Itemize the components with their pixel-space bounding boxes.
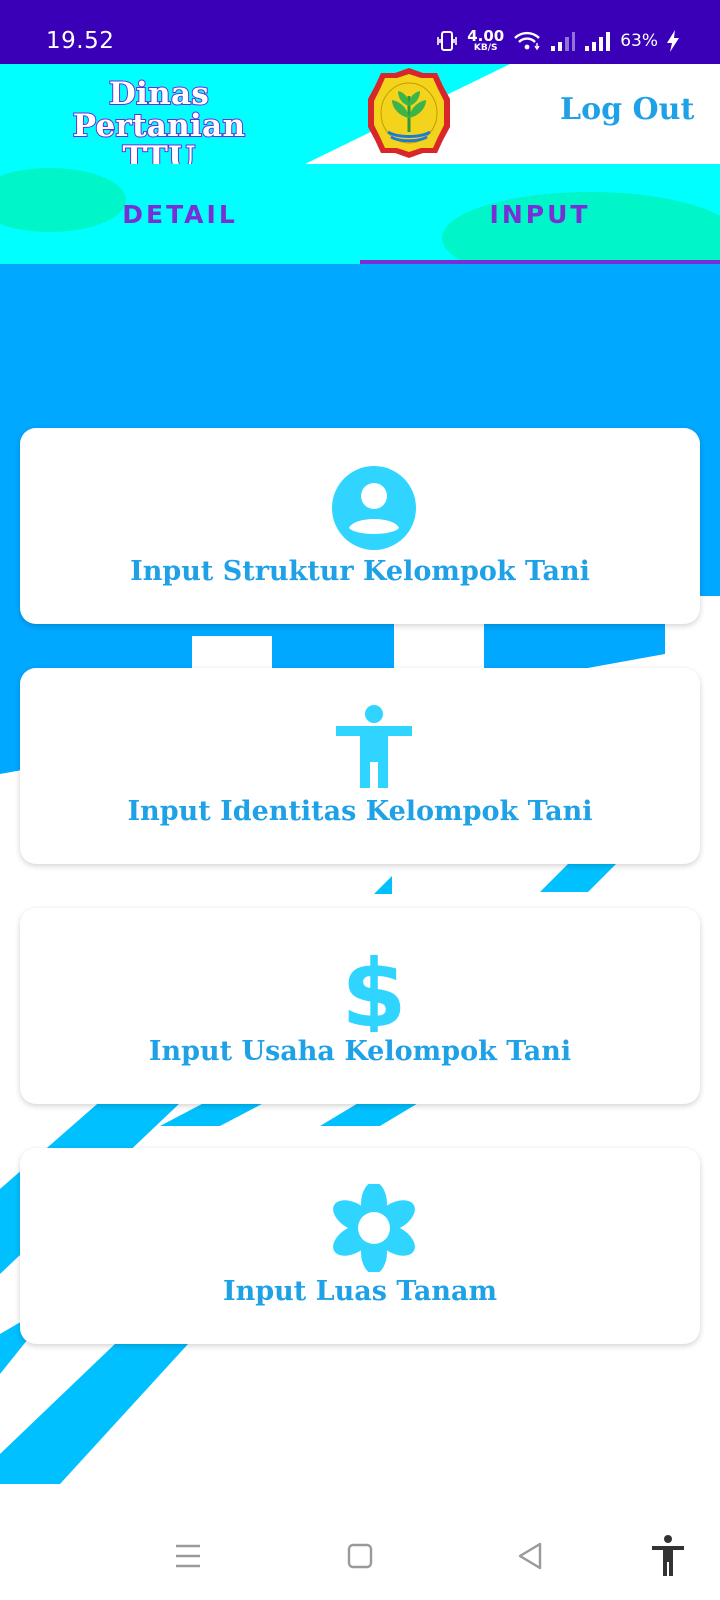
card-input-usaha[interactable]: $ Input Usaha Kelompok Tani (20, 908, 700, 1104)
dollar-icon: $ (341, 944, 406, 1032)
back-triangle-icon[interactable] (506, 1532, 554, 1580)
vibrate-icon (437, 31, 457, 51)
tab-input[interactable]: INPUT (360, 164, 720, 264)
accessibility-icon[interactable] (644, 1532, 692, 1580)
card-label: Input Usaha Kelompok Tani (148, 1036, 572, 1067)
card-input-luas-tanam[interactable]: Input Luas Tanam (20, 1148, 700, 1344)
flower-icon (333, 1184, 415, 1272)
tab-bar: DETAIL INPUT (0, 164, 720, 264)
app-title-line1: Dinas Pertanian (72, 76, 246, 144)
battery-percent: 63% (620, 31, 658, 51)
wifi-icon (514, 31, 541, 51)
account-circle-icon (332, 466, 416, 550)
status-bar: 19.52 4.00 KB/S 63% (0, 0, 720, 64)
person-icon (336, 705, 412, 788)
status-icons: 4.00 KB/S 63% (435, 26, 680, 56)
system-nav-bar (0, 1512, 720, 1600)
charging-icon (667, 30, 679, 52)
svg-text:$: $ (341, 944, 406, 1032)
card-label: Input Luas Tanam (222, 1276, 498, 1307)
menu-icon[interactable] (164, 1532, 212, 1580)
app-title: Dinas Pertanian TTU (18, 76, 300, 164)
status-time: 19.52 (46, 28, 115, 54)
ministry-logo-icon (368, 68, 450, 158)
card-input-struktur[interactable]: Input Struktur Kelompok Tani (20, 428, 700, 624)
card-input-identitas[interactable]: Input Identitas Kelompok Tani (20, 668, 700, 864)
tab-detail[interactable]: DETAIL (0, 164, 360, 264)
card-label: Input Identitas Kelompok Tani (127, 796, 593, 827)
network-speed-value: 4.00 (467, 27, 505, 45)
signal-1-icon (551, 32, 576, 51)
tab-input-label: INPUT (489, 199, 591, 229)
home-square-icon[interactable] (336, 1532, 384, 1580)
network-speed-unit: KB/S (473, 43, 498, 53)
logout-button[interactable]: Log Out (560, 92, 694, 127)
tab-detail-label: DETAIL (122, 199, 238, 229)
signal-2-icon (585, 32, 611, 51)
app-title-line2: TTU (122, 140, 197, 164)
app-header: Dinas Pertanian TTU Log Out (0, 64, 720, 164)
card-label: Input Struktur Kelompok Tani (130, 556, 590, 587)
network-speed: 4.00 KB/S (467, 29, 504, 53)
